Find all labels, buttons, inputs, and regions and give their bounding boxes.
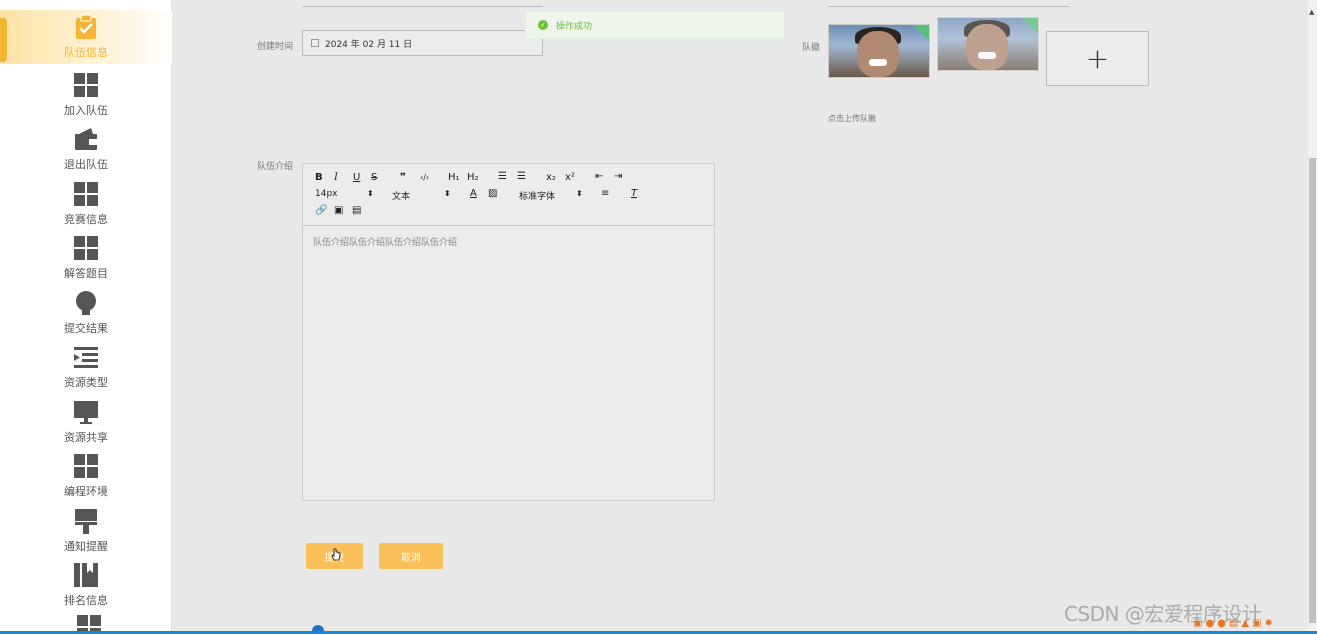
sidebar-item-label: 排名信息 [64, 594, 108, 607]
strikethrough-icon[interactable]: S [371, 172, 377, 183]
intro-label: 队伍介绍 [257, 162, 294, 172]
tray-icon: ▣ [1252, 618, 1262, 629]
upload-avatar-button[interactable]: + [1046, 31, 1149, 86]
sidebar-item-resource-types[interactable]: 资源类型 [0, 340, 172, 394]
divider [828, 6, 1069, 7]
wallet-icon [75, 128, 97, 150]
paint-roller-icon [75, 509, 97, 534]
font-size-select[interactable]: 14px [315, 189, 338, 199]
bold-icon[interactable]: B [315, 172, 323, 183]
tray-icon: ▣ [1193, 618, 1203, 629]
sidebar-item-resource-sharing[interactable]: 资源共享 [0, 395, 172, 449]
team-avatar-image[interactable] [828, 24, 930, 78]
gear-icon: ✹ [1264, 618, 1273, 629]
toast-text: 操作成功 [556, 21, 593, 32]
sidebar-item-label: 解答题目 [64, 267, 108, 280]
image-icon[interactable]: ▣ [334, 205, 343, 216]
sidebar-item-label: 资源共享 [64, 431, 108, 444]
superscript-icon[interactable]: x² [565, 172, 575, 183]
sidebar-item-team-info[interactable]: 队伍信息 [0, 10, 172, 64]
ordered-list-icon[interactable]: ☰ [498, 171, 507, 182]
vertical-scrollbar[interactable]: ▲ [1308, 0, 1317, 634]
sidebar-item-rankings[interactable]: 排名信息 [0, 558, 172, 612]
outdent-icon[interactable]: ⇤ [595, 171, 603, 182]
heading2-icon[interactable]: H₂ [467, 172, 479, 183]
hand-cursor-icon [331, 548, 341, 561]
plus-icon: + [1085, 42, 1110, 75]
editor-content[interactable]: 队伍介绍队伍介绍队伍介绍队伍介绍 [313, 235, 457, 248]
cancel-button[interactable]: 取消 [379, 543, 443, 569]
sidebar-item-notifications[interactable]: 通知提醒 [0, 504, 172, 558]
editor-toolbar: B I U S ❞ ‹/› H₁ H₂ ☰ ☰ x₂ x² ⇤ ⇥ 14px ⬍… [303, 164, 714, 226]
chevron-updown-icon: ⬍ [576, 189, 583, 198]
success-toast: ✓ 操作成功 [525, 11, 785, 39]
sidebar-item-submit-results[interactable]: 提交结果 [0, 286, 172, 340]
indent-list-icon [74, 347, 98, 368]
heading1-icon[interactable]: H₁ [448, 172, 460, 183]
sidebar-item-label: 退出队伍 [64, 158, 108, 171]
sidebar-item-label: 资源类型 [64, 376, 108, 389]
sidebar-item-label: 加入队伍 [64, 104, 108, 117]
align-icon[interactable]: ≡ [601, 188, 609, 199]
avatar-label: 队徽 [802, 43, 821, 53]
sidebar-item-label: 竞赛信息 [64, 213, 108, 226]
tray-icon: ▲ [1241, 618, 1250, 629]
scrollbar-thumb[interactable] [1309, 158, 1316, 623]
sidebar-item-label: 编程环境 [64, 485, 108, 498]
sidebar: 队伍信息 加入队伍 退出队伍 竞赛信息 解答题目 提交结果 资源类型 资源共享 … [0, 0, 172, 634]
bullet-list-icon[interactable]: ☰ [517, 171, 526, 182]
font-color-icon[interactable]: A [470, 188, 477, 199]
grid-icon [73, 181, 99, 207]
tray-icon: ▤ [1228, 618, 1239, 629]
code-block-icon[interactable]: ‹/› [420, 173, 429, 182]
video-icon[interactable]: ▤ [352, 205, 361, 216]
italic-icon[interactable]: I [334, 172, 338, 183]
text-type-select[interactable]: 文本 [392, 189, 410, 202]
background-color-icon[interactable]: ▨ [488, 188, 497, 199]
grid-icon [73, 235, 99, 261]
link-icon[interactable]: 🔗 [315, 205, 327, 216]
font-family-select[interactable]: 标准字体 [519, 189, 555, 202]
sidebar-item-label: 通知提醒 [64, 540, 108, 553]
tray-icon: ● [1217, 618, 1226, 629]
create-time-label: 创建时间 [257, 42, 294, 52]
main-content: 创建时间 2024 年 02 月 11 日 ✓ 操作成功 队徽 + 点击上传队徽… [173, 0, 1308, 634]
sidebar-item-programming-env[interactable]: 编程环境 [0, 449, 172, 503]
grid-icon [73, 453, 99, 479]
rich-text-editor: B I U S ❞ ‹/› H₁ H₂ ☰ ☰ x₂ x² ⇤ ⇥ 14px ⬍… [302, 163, 715, 501]
divider [302, 6, 543, 7]
blockquote-icon[interactable]: ❞ [400, 172, 406, 183]
calendar-icon [311, 39, 319, 47]
sidebar-item-join-team[interactable]: 加入队伍 [0, 68, 172, 122]
sidebar-item-competition-info[interactable]: 竞赛信息 [0, 177, 172, 231]
grid-icon [73, 72, 99, 98]
clear-format-icon[interactable]: T [631, 188, 637, 199]
book-icon [74, 563, 98, 587]
check-circle-icon: ✓ [538, 20, 548, 30]
indent-icon[interactable]: ⇥ [614, 171, 622, 182]
tray-icon: ● [1205, 618, 1215, 629]
system-tray: ▣ ● ● ▤ ▲ ▣ ✹ [1193, 618, 1273, 632]
monitor-icon [74, 401, 98, 424]
sidebar-item-answer-questions[interactable]: 解答题目 [0, 231, 172, 285]
create-time-input[interactable]: 2024 年 02 月 11 日 [302, 30, 543, 56]
chevron-updown-icon: ⬍ [367, 189, 374, 198]
clipboard-check-icon [76, 14, 96, 39]
scroll-up-icon[interactable]: ▲ [1309, 8, 1314, 16]
subscript-icon[interactable]: x₂ [546, 172, 556, 183]
underline-icon[interactable]: U [353, 172, 360, 183]
sidebar-item-label: 提交结果 [64, 322, 108, 335]
lightbulb-icon [76, 291, 96, 315]
sidebar-item-label: 队伍信息 [64, 46, 108, 59]
sidebar-item-leave-team[interactable]: 退出队伍 [0, 122, 172, 176]
create-time-value: 2024 年 02 月 11 日 [325, 39, 413, 50]
upload-tip: 点击上传队徽 [828, 114, 876, 123]
chevron-updown-icon: ⬍ [444, 189, 451, 198]
team-avatar-image[interactable] [937, 17, 1039, 71]
